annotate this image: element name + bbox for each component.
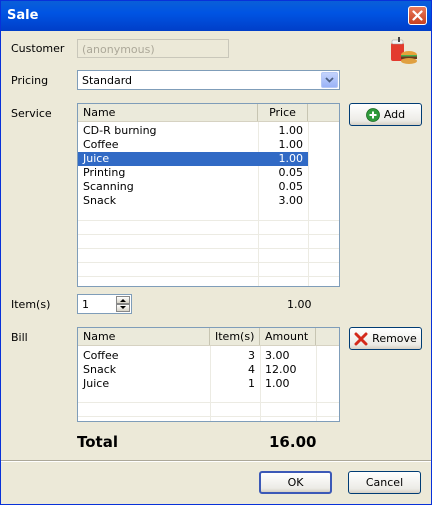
- service-price-cell: 3.00: [278, 194, 304, 207]
- bill-name-cell: Coffee: [83, 349, 119, 362]
- close-button[interactable]: [408, 6, 427, 25]
- ok-button[interactable]: OK: [259, 471, 332, 494]
- table-row[interactable]: CD-R burning 1.00: [78, 124, 308, 138]
- service-price-cell: 0.05: [278, 166, 304, 179]
- title-bar[interactable]: Sale: [1, 1, 431, 31]
- add-button-label: Add: [383, 108, 406, 121]
- cancel-button[interactable]: Cancel: [348, 471, 421, 494]
- remove-button-label: Remove: [372, 332, 417, 345]
- items-label: Item(s): [11, 298, 51, 311]
- remove-button[interactable]: Remove: [349, 327, 422, 350]
- bill-amount-cell: 12.00: [265, 363, 297, 376]
- table-row[interactable]: Coffee 1.00: [78, 138, 308, 152]
- pricing-dropdown-button[interactable]: [321, 72, 338, 88]
- bill-label: Bill: [11, 331, 28, 344]
- items-price: 1.00: [287, 298, 312, 311]
- cancel-button-label: Cancel: [365, 476, 404, 489]
- bill-name-cell: Juice: [83, 377, 110, 390]
- spin-down-button[interactable]: [116, 304, 130, 312]
- pricing-value: Standard: [82, 74, 133, 87]
- customer-field: (anonymous): [77, 39, 229, 58]
- service-name-cell: Juice: [78, 152, 258, 166]
- bill-table-header: Name Item(s) Amount: [78, 328, 339, 346]
- customer-value: (anonymous): [82, 43, 155, 56]
- column-header-name[interactable]: Name: [78, 328, 210, 345]
- plus-icon: [365, 107, 380, 122]
- table-row[interactable]: Juice 1 1.00: [78, 377, 316, 391]
- service-price-cell: 1.00: [258, 152, 308, 166]
- customer-label: Customer: [11, 42, 65, 55]
- items-stepper[interactable]: 1: [77, 294, 132, 314]
- table-row-selected[interactable]: Juice 1.00: [78, 152, 308, 166]
- service-price-cell: 1.00: [278, 124, 304, 137]
- sale-dialog: Sale Customer (anonymous) Pricing Standa…: [0, 0, 432, 505]
- table-row[interactable]: Printing 0.05: [78, 166, 308, 180]
- column-header-amount[interactable]: Amount: [260, 328, 316, 345]
- table-row[interactable]: Coffee 3 3.00: [78, 349, 316, 363]
- bill-amount-cell: 1.00: [265, 377, 290, 390]
- table-row[interactable]: Snack 3.00: [78, 194, 308, 208]
- total-label: Total: [77, 433, 118, 451]
- total-value: 16.00: [269, 433, 317, 451]
- service-name-cell: Printing: [83, 166, 126, 179]
- bill-items-cell: 4: [248, 363, 255, 376]
- bill-name-cell: Snack: [83, 363, 117, 376]
- service-label: Service: [11, 107, 52, 120]
- spin-up-icon: [120, 299, 126, 302]
- remove-x-icon: [354, 332, 368, 345]
- spin-up-button[interactable]: [116, 296, 130, 304]
- column-header-items[interactable]: Item(s): [210, 328, 260, 345]
- table-row[interactable]: Snack 4 12.00: [78, 363, 316, 377]
- separator: [1, 460, 431, 462]
- service-name-cell: Coffee: [83, 138, 119, 151]
- service-name-cell: Snack: [83, 194, 117, 207]
- pricing-select[interactable]: Standard: [77, 70, 340, 90]
- bill-items-cell: 1: [248, 377, 255, 390]
- dropdown-arrow-icon: [325, 77, 334, 83]
- service-name-cell: CD-R burning: [83, 124, 157, 137]
- bill-items-cell: 3: [248, 349, 255, 362]
- add-button[interactable]: Add: [349, 103, 422, 126]
- service-table[interactable]: Name Price CD-R burning 1.00 Coffee 1.00…: [77, 103, 340, 287]
- service-price-cell: 0.05: [278, 180, 304, 193]
- service-price-cell: 1.00: [278, 138, 304, 151]
- food-icon: [391, 37, 417, 64]
- ok-button-label: OK: [287, 476, 304, 489]
- items-value: 1: [82, 298, 89, 311]
- close-icon: [412, 10, 423, 21]
- window-title: Sale: [7, 8, 39, 23]
- table-row[interactable]: Scanning 0.05: [78, 180, 308, 194]
- column-header-name[interactable]: Name: [78, 104, 258, 121]
- pricing-label: Pricing: [11, 74, 49, 87]
- bill-amount-cell: 3.00: [265, 349, 290, 362]
- service-table-header: Name Price: [78, 104, 339, 122]
- spin-down-icon: [120, 306, 126, 309]
- column-header-price[interactable]: Price: [258, 104, 308, 121]
- service-name-cell: Scanning: [83, 180, 134, 193]
- bill-table[interactable]: Name Item(s) Amount Coffee 3 3.00 Snack …: [77, 327, 340, 422]
